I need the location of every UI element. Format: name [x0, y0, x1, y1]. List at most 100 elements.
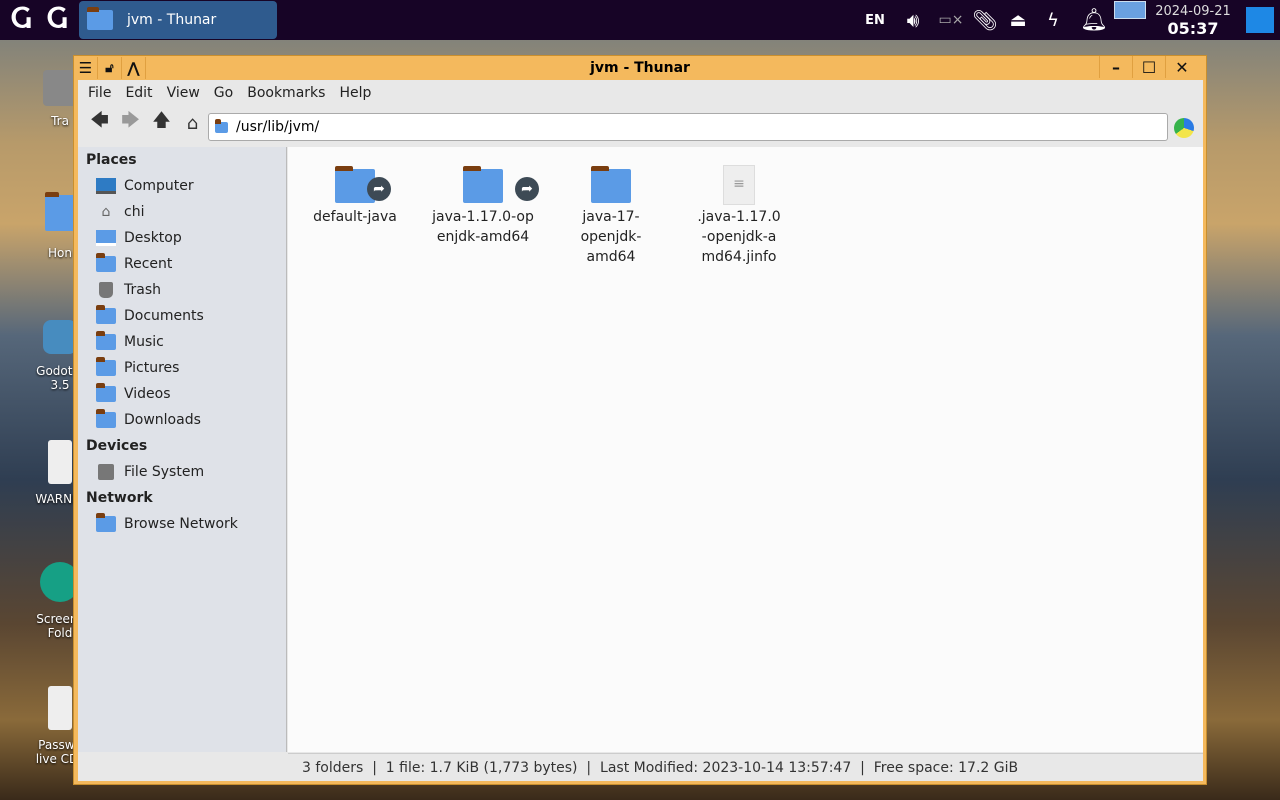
- location-bar[interactable]: /usr/lib/jvm/: [208, 113, 1168, 141]
- back-arrow-icon[interactable]: 🡄: [84, 108, 115, 138]
- documents-folder-icon: [96, 305, 116, 324]
- sidebar-item-label: Computer: [124, 178, 194, 194]
- pictures-folder-icon: [96, 357, 116, 376]
- symlink-arrow-icon: ➦: [367, 177, 391, 201]
- menu-view[interactable]: View: [163, 85, 210, 101]
- desktop-icon: [96, 230, 116, 246]
- sidebar-item-label: Videos: [124, 386, 171, 402]
- menu-file[interactable]: File: [84, 85, 121, 101]
- task-title: jvm - Thunar: [127, 12, 217, 28]
- sidebar-item-browse-network[interactable]: Browse Network: [78, 511, 286, 537]
- sidebar-item-label: File System: [124, 464, 205, 480]
- menu-go[interactable]: Go: [210, 85, 243, 101]
- notification-bell-icon[interactable]: 🔔︎: [1078, 0, 1110, 40]
- text-file-icon: ≡: [723, 165, 755, 205]
- sidebar-item-downloads[interactable]: Downloads: [78, 407, 286, 433]
- minimize-button[interactable]: –: [1099, 56, 1132, 78]
- file-view: ➦ default-java ➦ java-1.17.0-openjdk-amd64…: [288, 147, 1203, 752]
- app-menu-icon[interactable]: Ⴚ: [40, 0, 74, 40]
- maximize-button[interactable]: ☐: [1132, 56, 1165, 78]
- file-item-jinfo[interactable]: ≡ .java-1.17.0-openjdk-amd64.jinfo: [675, 159, 803, 267]
- file-name: default-java: [313, 209, 397, 225]
- network-disconnected-icon[interactable]: ▭×: [936, 0, 966, 40]
- sidebar-item-label: Desktop: [124, 230, 182, 246]
- folder-icon: [463, 166, 503, 203]
- folder-icon: [215, 118, 228, 133]
- sidebar-item-recent[interactable]: Recent: [78, 251, 286, 277]
- eject-icon[interactable]: ⏏: [1003, 0, 1033, 40]
- desktop-label: Hon: [48, 246, 72, 260]
- file-name: .java-1.17.0-openjdk-amd64.jinfo: [697, 209, 781, 265]
- title-bar[interactable]: ☰ 🔓︎ ⋀ jvm - Thunar – ☐ ✕: [74, 56, 1206, 80]
- text-file-icon: [48, 440, 72, 484]
- folder-icon: [87, 7, 113, 30]
- menu-edit[interactable]: Edit: [121, 85, 162, 101]
- network-folder-icon: [96, 513, 116, 532]
- folder-icon: [45, 192, 75, 231]
- volume-icon[interactable]: 🔊︎: [898, 0, 928, 40]
- sidebar-heading-places: Places: [86, 152, 137, 168]
- menu-bar: File Edit View Go Bookmarks Help: [78, 80, 1203, 106]
- paperclip-icon[interactable]: 📎︎: [970, 0, 1000, 40]
- keyboard-layout[interactable]: EN: [860, 0, 890, 40]
- sidebar-item-pictures[interactable]: Pictures: [78, 355, 286, 381]
- sidebar-item-label: Downloads: [124, 412, 201, 428]
- sidebar-item-trash[interactable]: Trash: [78, 277, 286, 303]
- status-bar: 3 folders | 1 file: 1.7 KiB (1,773 bytes…: [288, 753, 1203, 781]
- sidebar-item-music[interactable]: Music: [78, 329, 286, 355]
- sidebar-item-label: Documents: [124, 308, 204, 324]
- clock-date: 2024-09-21: [1155, 4, 1231, 19]
- recent-folder-icon: [96, 253, 116, 272]
- videos-folder-icon: [96, 383, 116, 402]
- folder-icon: [591, 166, 631, 203]
- file-item-java-1-17-0-openjdk-amd64[interactable]: ➦ java-1.17.0-openjdk-amd64: [419, 159, 547, 247]
- file-name: java-17-openjdk-amd64: [580, 209, 642, 265]
- sidebar-item-documents[interactable]: Documents: [78, 303, 286, 329]
- menu-help[interactable]: Help: [335, 85, 381, 101]
- activity-spinner-icon: [1174, 118, 1194, 138]
- window-menu-icon[interactable]: ☰: [74, 57, 98, 79]
- sidebar-item-label: chi: [124, 204, 145, 220]
- clock[interactable]: 2024-09-21 05:37: [1150, 3, 1236, 37]
- workspace-switcher[interactable]: [1114, 1, 1146, 19]
- sidebar: Places Computer ⌂ chi Desktop Recent Tras…: [78, 147, 287, 752]
- desktop-label: Tra: [51, 114, 69, 128]
- music-folder-icon: [96, 331, 116, 350]
- sidebar-item-label: Recent: [124, 256, 173, 272]
- trash-icon: [43, 70, 77, 106]
- forward-arrow-icon[interactable]: 🡆: [115, 108, 146, 138]
- close-button[interactable]: ✕: [1165, 56, 1198, 78]
- sticky-lock-icon[interactable]: 🔓︎: [98, 57, 122, 79]
- drive-icon: [98, 464, 114, 480]
- file-item-java-17-openjdk-amd64[interactable]: java-17-openjdk-amd64: [547, 159, 675, 267]
- symlink-arrow-icon: ➦: [515, 177, 539, 201]
- sidebar-heading-devices: Devices: [86, 438, 148, 454]
- home-icon[interactable]: ⌂: [177, 113, 208, 134]
- show-desktop-button[interactable]: [1246, 7, 1274, 33]
- location-path: /usr/lib/jvm/: [236, 119, 320, 135]
- app-menu-icon[interactable]: Ⴚ: [4, 0, 38, 40]
- sidebar-item-videos[interactable]: Videos: [78, 381, 286, 407]
- godot-icon: [43, 320, 77, 354]
- up-arrow-icon[interactable]: 🡅: [146, 108, 177, 138]
- file-item-default-java[interactable]: ➦ default-java: [291, 159, 419, 227]
- battery-icon[interactable]: ϟ: [1038, 0, 1068, 40]
- clock-time: 05:37: [1167, 19, 1219, 38]
- sidebar-item-computer[interactable]: Computer: [78, 173, 286, 199]
- downloads-folder-icon: [96, 409, 116, 428]
- thunar-window: ☰ 🔓︎ ⋀ jvm - Thunar – ☐ ✕ File Edit View…: [73, 55, 1207, 785]
- sidebar-item-file-system[interactable]: File System: [78, 459, 286, 485]
- sidebar-item-label: Trash: [124, 282, 161, 298]
- taskbar-item-thunar[interactable]: jvm - Thunar: [79, 1, 277, 39]
- shade-up-icon[interactable]: ⋀: [122, 57, 146, 79]
- menu-bookmarks[interactable]: Bookmarks: [243, 85, 335, 101]
- sidebar-item-label: Browse Network: [124, 516, 238, 532]
- sidebar-item-desktop[interactable]: Desktop: [78, 225, 286, 251]
- sidebar-heading-network: Network: [86, 490, 153, 506]
- text-file-icon: [48, 686, 72, 730]
- sidebar-item-home[interactable]: ⌂ chi: [78, 199, 286, 225]
- top-panel: Ⴚ Ⴚ jvm - Thunar EN 🔊︎ ▭× 📎︎ ⏏ ϟ 🔔︎ 2024…: [0, 0, 1280, 40]
- sidebar-item-label: Pictures: [124, 360, 180, 376]
- trash-icon: [99, 282, 113, 298]
- sidebar-item-label: Music: [124, 334, 164, 350]
